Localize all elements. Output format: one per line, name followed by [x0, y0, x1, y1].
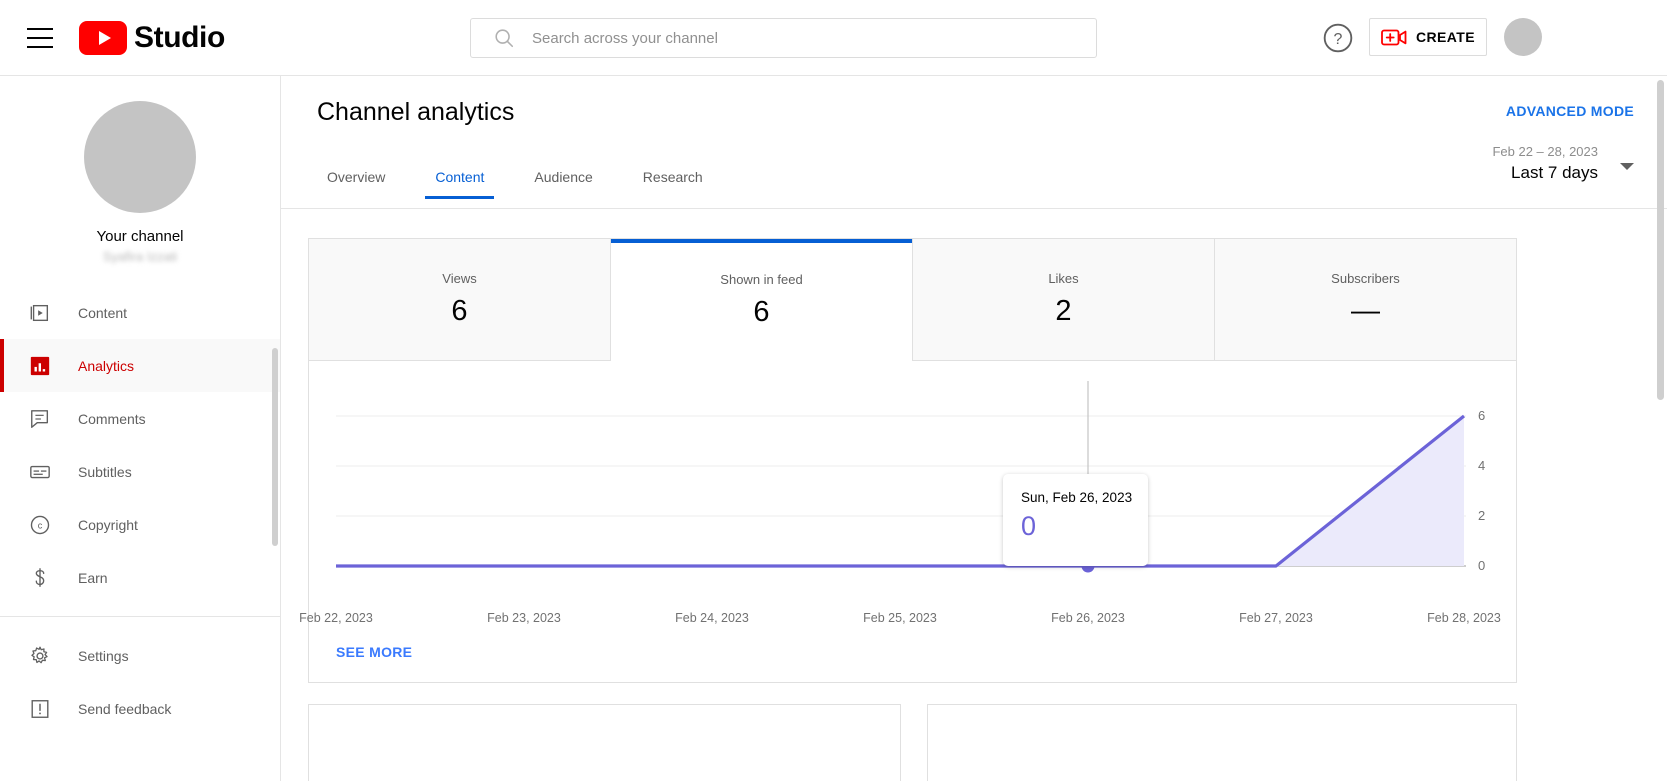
chart-area[interactable]: 0 2 4 6 Sun, Feb 26, 2023 0: [309, 361, 1516, 611]
metric-tabs: Views 6 Shown in feed 6 Likes 2 Subscrib…: [309, 239, 1516, 361]
advanced-mode-button[interactable]: ADVANCED MODE: [1506, 103, 1634, 119]
sidebar-item-earn[interactable]: Earn: [0, 551, 280, 604]
channel-block: Your channel Syafira Izzati: [0, 76, 280, 264]
sidebar-item-copyright[interactable]: c Copyright: [0, 498, 280, 551]
metric-label: Views: [442, 271, 477, 286]
sidebar-nav: Content Analytics Comments Subtitles c C…: [0, 286, 280, 735]
copyright-icon: c: [26, 514, 54, 536]
x-axis-tick: Feb 26, 2023: [1051, 611, 1125, 625]
tooltip-value: 0: [1021, 511, 1037, 541]
channel-title: Your channel: [96, 228, 184, 245]
tab-overview[interactable]: Overview: [317, 169, 395, 199]
x-axis-tick: Feb 25, 2023: [863, 611, 937, 625]
analytics-tabs: Overview Content Audience Research: [317, 169, 743, 199]
metric-card-shown-in-feed[interactable]: Shown in feed 6: [611, 239, 913, 361]
metric-value: 2: [1055, 295, 1072, 327]
metric-value: —: [1351, 295, 1380, 327]
svg-text:0: 0: [1478, 558, 1485, 573]
chart-x-axis: Feb 22, 2023 Feb 23, 2023 Feb 24, 2023 Feb …: [299, 611, 1516, 635]
x-axis-tick: Feb 22, 2023: [299, 611, 373, 625]
sidebar-item-label: Settings: [78, 647, 129, 664]
top-bar: Studio ? CREATE: [0, 0, 1667, 76]
sidebar-item-subtitles[interactable]: Subtitles: [0, 445, 280, 498]
create-button[interactable]: CREATE: [1369, 18, 1487, 56]
comments-icon: [26, 408, 54, 430]
search-input[interactable]: [532, 29, 1052, 47]
see-more-button[interactable]: SEE MORE: [336, 644, 412, 660]
metric-label: Subscribers: [1331, 271, 1400, 286]
sidebar-item-label: Send feedback: [78, 700, 172, 717]
analytics-icon: [26, 355, 54, 377]
sidebar-item-label: Earn: [78, 569, 108, 586]
tooltip-date: Sun, Feb 26, 2023: [1021, 490, 1133, 505]
sidebar-item-label: Subtitles: [78, 463, 132, 480]
x-axis-tick: Feb 28, 2023: [1427, 611, 1501, 625]
channel-name: Syafira Izzati: [102, 249, 178, 264]
gear-icon: [26, 645, 54, 667]
metric-value: 6: [451, 295, 468, 327]
sidebar-divider: [0, 616, 280, 617]
sidebar-item-content[interactable]: Content: [0, 286, 280, 339]
search-bar[interactable]: [470, 18, 1097, 58]
metric-value: 6: [753, 295, 770, 328]
sidebar-item-label: Copyright: [78, 516, 138, 533]
tab-content[interactable]: Content: [425, 169, 495, 199]
chevron-down-icon[interactable]: [1620, 163, 1634, 170]
content-icon: [26, 302, 54, 324]
youtube-play-icon: [79, 20, 127, 55]
svg-text:?: ?: [1334, 31, 1343, 48]
metric-label: Likes: [1048, 271, 1079, 286]
chart-tooltip: Sun, Feb 26, 2023 0: [1003, 474, 1148, 566]
x-axis-tick: Feb 24, 2023: [675, 611, 749, 625]
sidebar-item-settings[interactable]: Settings: [0, 629, 280, 682]
metric-card-views[interactable]: Views 6: [309, 239, 611, 361]
x-axis-tick: Feb 27, 2023: [1239, 611, 1313, 625]
main-scrollbar[interactable]: [1657, 80, 1664, 400]
video-plus-icon: [1381, 29, 1407, 45]
studio-wordmark: Studio: [134, 20, 225, 54]
search-icon: [495, 29, 514, 48]
metric-card-likes[interactable]: Likes 2: [913, 239, 1215, 361]
analytics-card: Views 6 Shown in feed 6 Likes 2 Subscrib…: [299, 238, 1517, 683]
sidebar-item-label: Content: [78, 304, 128, 321]
date-range-label: Last 7 days: [1511, 163, 1598, 182]
dollar-icon: [26, 567, 54, 589]
create-button-label: CREATE: [1416, 29, 1475, 45]
sidebar-item-analytics[interactable]: Analytics: [0, 339, 280, 392]
x-axis-tick: Feb 23, 2023: [487, 611, 561, 625]
svg-text:c: c: [38, 520, 43, 530]
help-circle-icon[interactable]: ?: [1322, 22, 1354, 54]
sidebar-item-label: Analytics: [78, 357, 135, 374]
line-chart: 0 2 4 6: [336, 381, 1485, 573]
main-content: Channel analytics ADVANCED MODE Overview…: [281, 76, 1667, 781]
date-range-text: Feb 22 – 28, 2023: [1492, 144, 1598, 159]
feedback-icon: [26, 698, 54, 720]
sidebar-item-comments[interactable]: Comments: [0, 392, 280, 445]
sidebar-item-send-feedback[interactable]: Send feedback: [0, 682, 280, 735]
subtitles-icon: [26, 461, 54, 483]
sidebar: Your channel Syafira Izzati Content Anal…: [0, 76, 281, 781]
channel-avatar[interactable]: [84, 101, 196, 213]
tab-research[interactable]: Research: [633, 169, 713, 199]
svg-text:4: 4: [1478, 458, 1485, 473]
bottom-card-left[interactable]: [308, 704, 901, 781]
date-range-selector[interactable]: Feb 22 – 28, 2023 Last 7 days: [1492, 144, 1634, 183]
tab-audience[interactable]: Audience: [524, 169, 602, 199]
page-title: Channel analytics: [317, 98, 515, 126]
metric-card-subscribers[interactable]: Subscribers —: [1215, 239, 1516, 361]
hamburger-icon[interactable]: [27, 27, 53, 48]
svg-text:6: 6: [1478, 408, 1485, 423]
metric-label: Shown in feed: [720, 271, 803, 287]
sidebar-item-label: Comments: [78, 410, 146, 427]
sidebar-scrollbar[interactable]: [272, 348, 278, 546]
youtube-studio-logo[interactable]: Studio: [79, 20, 225, 55]
svg-text:2: 2: [1478, 508, 1485, 523]
tabs-underline: [281, 208, 1667, 209]
bottom-card-right[interactable]: [927, 704, 1517, 781]
account-avatar[interactable]: [1504, 18, 1542, 56]
